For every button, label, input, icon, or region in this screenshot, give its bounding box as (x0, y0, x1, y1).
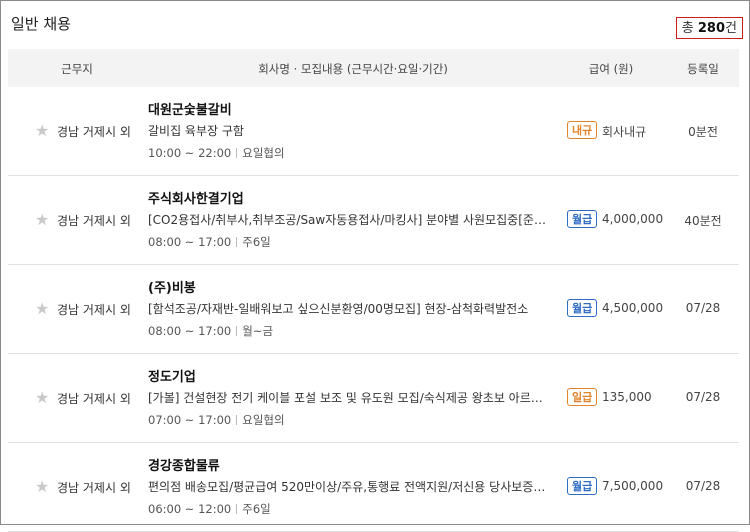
pay-type-badge: 월급 (567, 210, 598, 228)
meta-divider (236, 326, 238, 336)
row-days: 요일협의 (242, 413, 285, 427)
table-row[interactable]: ★ 경남 거제시 외 경강종합물류편의점 배송모집/평균급여 520만이상/주유,통… (8, 443, 739, 532)
row-time: 08:00 ~ 17:00 (148, 324, 232, 338)
total-prefix: 총 (681, 21, 694, 36)
row-location: 경남 거제시 외 (57, 214, 131, 228)
row-date: 40분전 (684, 214, 722, 228)
row-salary: 회사내규 (602, 125, 647, 139)
pay-type-badge: 일급 (567, 388, 598, 406)
row-time: 08:00 ~ 17:00 (148, 235, 232, 249)
row-time: 07:00 ~ 17:00 (148, 413, 232, 427)
row-days: 요일협의 (242, 146, 285, 160)
row-date: 07/28 (685, 479, 721, 493)
row-meta: 10:00 ~ 22:00 요일협의 (148, 145, 285, 161)
total-suffix: 건 (725, 21, 737, 36)
row-location: 경남 거제시 외 (57, 392, 131, 406)
table-row[interactable]: ★ 경남 거제시 외 정도기업 [가볼] 건설현장 전기 케이블 포설 보조 및 유도… (8, 354, 739, 443)
row-description-link[interactable]: 편의점 배송모집/평균급여 520만이상/주유,통행료 전액지원/저신용 당사보… (148, 478, 548, 495)
row-company-link[interactable]: 주식회사한결기업 (148, 188, 244, 207)
column-header-location: 근무지 (61, 62, 93, 76)
row-company-link[interactable]: 정도기업 (148, 366, 196, 385)
row-time: 06:00 ~ 12:00 (148, 502, 232, 516)
table-row[interactable]: ★ 경남 거제시 외 대원군숯불갈비갈비집 육부장 구함 10:00 ~ 22:00 요… (8, 87, 739, 176)
row-meta: 08:00 ~ 17:00 주6일 (148, 234, 271, 250)
row-company-link[interactable]: (주)비봉 (148, 277, 196, 296)
job-rows: ★ 경남 거제시 외 대원군숯불갈비갈비집 육부장 구함 10:00 ~ 22:00 요… (8, 87, 739, 532)
row-salary: 135,000 (602, 390, 652, 404)
row-salary: 4,500,000 (602, 301, 664, 315)
row-days: 월~금 (242, 324, 274, 338)
row-meta: 07:00 ~ 17:00 요일협의 (148, 412, 285, 428)
star-icon[interactable]: ★ (35, 121, 49, 140)
meta-divider (236, 148, 238, 158)
meta-divider (236, 504, 238, 514)
pay-type-badge: 월급 (567, 299, 598, 317)
star-icon[interactable]: ★ (35, 299, 49, 318)
row-days: 주6일 (242, 502, 271, 516)
row-salary: 7,500,000 (602, 479, 664, 493)
row-description-link[interactable]: [가볼] 건설현장 전기 케이블 포설 보조 및 유도원 모집/숙식제공 왕초보… (148, 389, 548, 406)
star-icon[interactable]: ★ (35, 477, 49, 496)
column-header-date: 등록일 (687, 62, 719, 76)
table-row[interactable]: ★ 경남 거제시 외 주식회사한결기업 [CO2용접사/취부사,취부조공/Saw자동용… (8, 176, 739, 265)
row-company-link[interactable]: 대원군숯불갈비 (148, 99, 232, 118)
table-row[interactable]: ★ 경남 거제시 외 (주)비봉 [함석조공/자재반-일배워보고 싶으신분환영/00명… (8, 265, 739, 354)
row-location: 경남 거제시 외 (57, 303, 131, 317)
pay-type-badge: 월급 (567, 477, 598, 495)
section-title: 일반 채용 (11, 15, 71, 33)
row-location: 경남 거제시 외 (57, 481, 131, 495)
row-date: 0분전 (688, 125, 718, 139)
row-time: 10:00 ~ 22:00 (148, 146, 232, 160)
pay-type-badge: 내규 (567, 121, 598, 139)
row-date: 07/28 (685, 390, 721, 404)
row-location: 경남 거제시 외 (57, 125, 131, 139)
column-header-salary: 급여 (원) (588, 62, 634, 76)
row-company-link[interactable]: 경강종합물류 (148, 455, 220, 474)
total-count-box: 총 280건 (675, 17, 743, 39)
star-icon[interactable]: ★ (35, 388, 49, 407)
row-description-link[interactable]: 갈비집 육부장 구함 (148, 122, 548, 139)
row-meta: 06:00 ~ 12:00 주6일 (148, 501, 271, 517)
row-meta: 08:00 ~ 17:00 월~금 (148, 323, 273, 339)
job-list-panel: 일반 채용 총 280건 근무지 회사명 · 모집내용 (근무시간·요일·기간)… (0, 0, 750, 532)
table-header: 근무지 회사명 · 모집내용 (근무시간·요일·기간) 급여 (원) 등록일 (8, 49, 739, 87)
row-description-link[interactable]: [함석조공/자재반-일배워보고 싶으신분환영/00명모집] 현장-삼척화력발전소 (148, 300, 548, 317)
star-icon[interactable]: ★ (35, 210, 49, 229)
row-salary: 4,000,000 (602, 212, 664, 226)
row-description-link[interactable]: [CO2용접사/취부사,취부조공/Saw자동용접사/마킹사] 분야별 사원모집중… (148, 211, 548, 228)
meta-divider (236, 415, 238, 425)
meta-divider (236, 237, 238, 247)
column-header-company: 회사명 · 모집내용 (근무시간·요일·기간) (258, 62, 448, 76)
total-count: 280 (697, 21, 726, 36)
row-days: 주6일 (242, 235, 271, 249)
row-date: 07/28 (685, 301, 721, 315)
